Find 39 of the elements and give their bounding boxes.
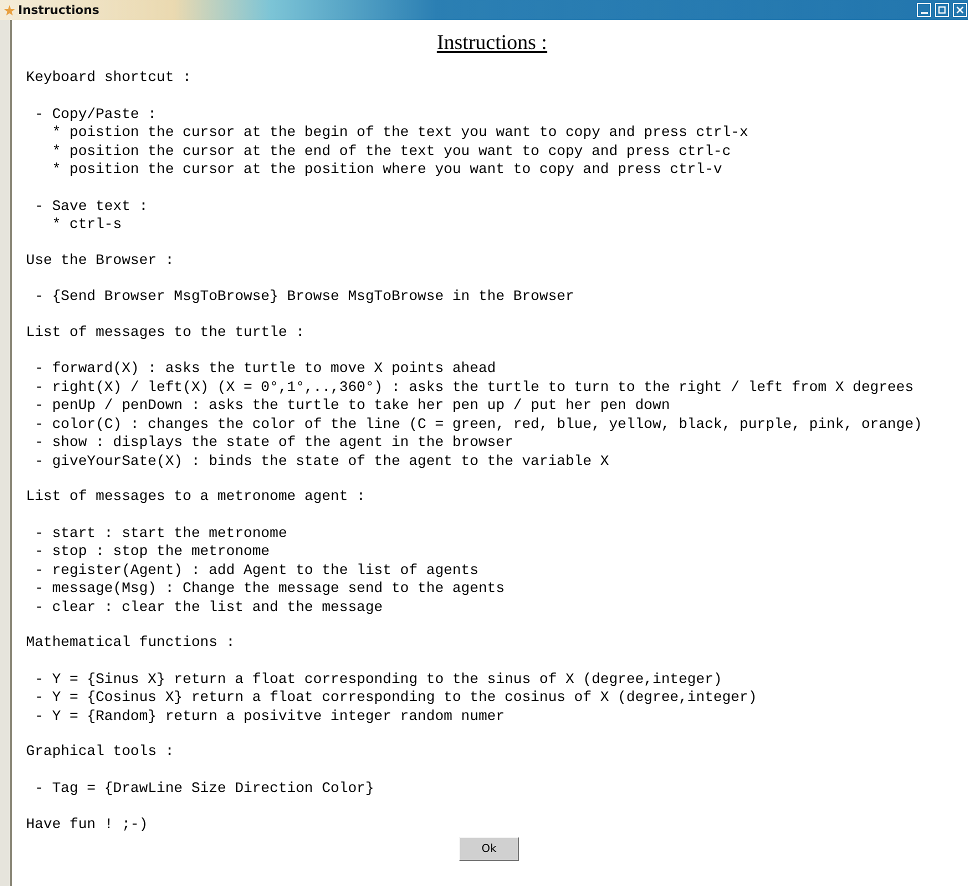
section-heading: Use the Browser : bbox=[26, 252, 174, 270]
minimize-icon bbox=[920, 12, 928, 14]
maximize-icon bbox=[937, 5, 947, 15]
closing-text: Have fun ! ;-) bbox=[26, 816, 148, 834]
list-item: - message(Msg) : Change the message send to the agents bbox=[34, 580, 505, 598]
list-item: - {Send Browser MsgToBrowse} Browse MsgToBrowse in the Browser bbox=[34, 288, 574, 306]
list-item: - right(X) / left(X) (X = 0°,1°,..,360°) : asks the turtle to turn to the right / left from X degrees bbox=[34, 378, 914, 397]
section-heading: List of messages to a metronome agent : bbox=[26, 488, 366, 506]
list-item: - stop : stop the metronome bbox=[34, 543, 270, 562]
list-item: - start : start the metronome bbox=[34, 524, 288, 543]
sub-item: * position the cursor at the end of the text you want to copy and press ctrl-c bbox=[51, 142, 731, 161]
list-item: - Y = {Sinus X} return a float corresponding to the sinus of X (degree,integer) bbox=[34, 670, 722, 689]
section-heading: Keyboard shortcut : bbox=[26, 69, 192, 88]
section-heading: Graphical tools : bbox=[26, 743, 174, 762]
window-title: Instructions bbox=[18, 3, 100, 17]
list-item: - show : displays the state of the agent in the browser bbox=[34, 434, 514, 452]
list-item: - clear : clear the list and the message bbox=[34, 598, 383, 617]
list-item: - Y = {Random} return a posivitve integer random numer bbox=[34, 708, 505, 726]
dialog-heading: Instructions : bbox=[436, 29, 548, 55]
list-item: - Copy/Paste : bbox=[34, 106, 157, 124]
star-icon bbox=[4, 4, 15, 16]
list-item: - Save text : bbox=[34, 198, 148, 216]
list-item: - giveYourSate(X) : binds the state of the agent to the variable X bbox=[34, 452, 609, 471]
list-item: - color(C) : changes the color of the line (C = green, red, blue, yellow, black, purple, pink, orange) bbox=[34, 416, 922, 434]
sub-item: * ctrl-s bbox=[51, 216, 122, 234]
sub-item: * poistion the cursor at the begin of the text you want to copy and press ctrl-x bbox=[51, 124, 748, 142]
list-item: - register(Agent) : add Agent to the list of agents bbox=[34, 562, 478, 580]
list-item: - Y = {Cosinus X} return a float corresponding to the cosinus of X (degree,integer) bbox=[34, 689, 757, 708]
list-item: - Tag = {DrawLine Size Direction Color} bbox=[34, 780, 374, 798]
section-heading: Mathematical functions : bbox=[26, 634, 235, 652]
list-item: - forward(X) : asks the turtle to move X points ahead bbox=[34, 360, 496, 378]
close-icon bbox=[955, 5, 965, 15]
maximize-button[interactable] bbox=[935, 3, 949, 17]
section-heading: List of messages to the turtle : bbox=[26, 324, 304, 342]
ok-button[interactable]: Ok bbox=[459, 836, 519, 860]
close-button[interactable] bbox=[953, 3, 967, 17]
minimize-button[interactable] bbox=[917, 3, 931, 17]
sub-item: * position the cursor at the position where you want to copy and press ctrl-v bbox=[51, 161, 722, 180]
list-item: - penUp / penDown : asks the turtle to take her pen up / put her pen down bbox=[34, 397, 670, 416]
